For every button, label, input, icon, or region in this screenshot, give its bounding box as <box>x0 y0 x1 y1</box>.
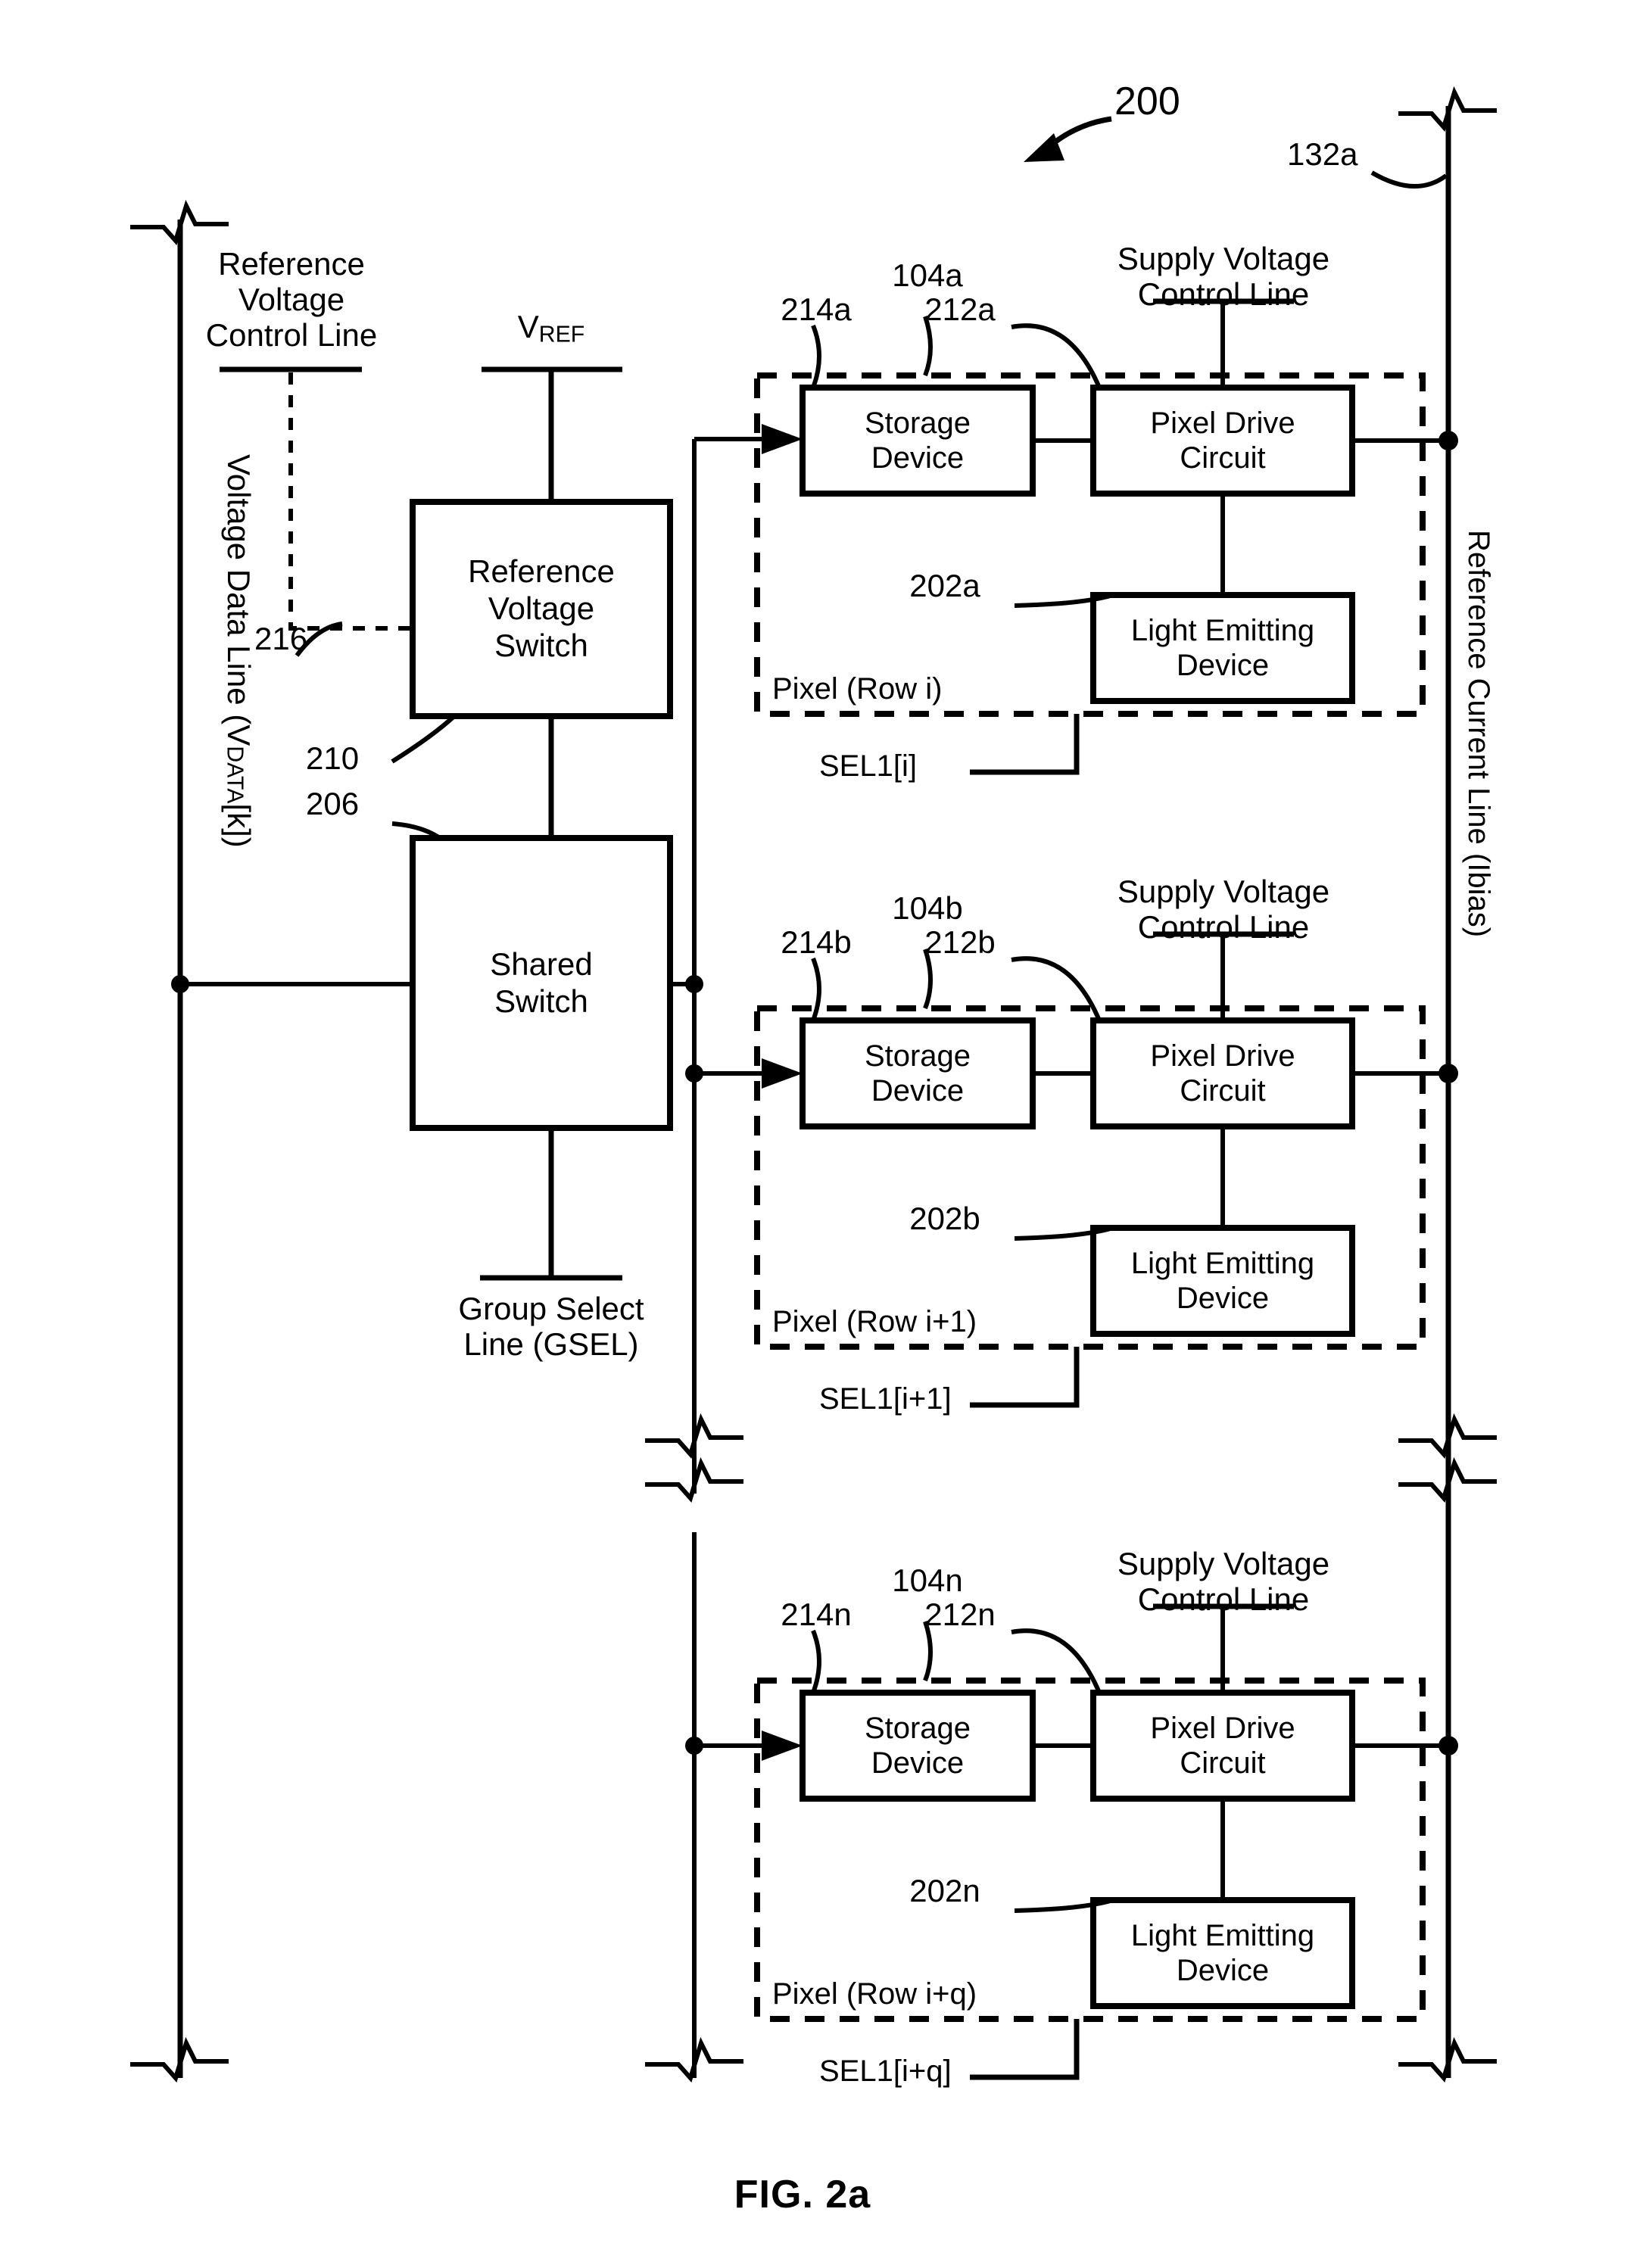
supply-voltage-control-line-label-n: Supply Voltage Control Line <box>1117 1546 1330 1618</box>
pixel-caption-b: Pixel (Row i+1) <box>772 1305 977 1338</box>
vref-label: VREF <box>517 309 585 347</box>
junction-dot-bus-b <box>685 1064 703 1083</box>
pixel-caption-n: Pixel (Row i+q) <box>772 1977 977 2011</box>
pixel-drive-circuit-label-a: Pixel Drive Circuit <box>1150 406 1295 475</box>
leader-210 <box>391 714 457 764</box>
group-select-line-label: Group Select Line (GSEL) <box>458 1291 644 1363</box>
ref-214b: 214b <box>781 924 852 960</box>
ref-104a: 104a <box>892 257 963 293</box>
ref-214n: 214n <box>781 1597 852 1632</box>
reference-voltage-control-line-label: Reference Voltage Control Line <box>205 246 378 354</box>
arrowhead-pixel-a <box>762 424 803 454</box>
storage-device-label-n: Storage Device <box>864 1711 971 1780</box>
break-mark-data-line-top <box>130 199 229 245</box>
storage-device-label-b: Storage Device <box>864 1039 971 1108</box>
supply-voltage-control-line-label-a: Supply Voltage Control Line <box>1117 241 1330 313</box>
junction-dot-dataline <box>171 975 189 993</box>
ref-132a: 132a <box>1287 136 1358 172</box>
ref-202a: 202a <box>909 568 980 603</box>
ref-202n: 202n <box>909 1873 980 1908</box>
sel-bracket-b <box>970 1347 1080 1408</box>
junction-dot-current-n <box>1438 1736 1458 1756</box>
reference-voltage-switch-label: Reference Voltage Switch <box>468 553 615 663</box>
sel-bracket-n <box>970 2019 1080 2080</box>
pixel-drive-circuit-label-b: Pixel Drive Circuit <box>1150 1039 1295 1108</box>
ref-210: 210 <box>306 740 360 776</box>
shared-switch-label: Shared Switch <box>490 946 593 1019</box>
figure-canvas: Voltage Data Line (VDATA[k]) Reference V… <box>0 0 1652 2268</box>
voltage-data-line-label: Voltage Data Line (VDATA[k]) <box>221 454 257 848</box>
light-emitting-device-label-a: Light Emitting Device <box>1130 613 1315 682</box>
ref-212a: 212a <box>924 291 996 327</box>
figure-caption: FIG. 2a <box>734 2173 871 2217</box>
ref-206: 206 <box>306 786 360 821</box>
leader-214b <box>811 957 821 1022</box>
storage-device-label-a: Storage Device <box>864 406 971 475</box>
ref-104b: 104b <box>892 890 963 926</box>
leader-132a <box>1370 170 1448 189</box>
ref-212b: 212b <box>924 924 996 960</box>
light-emitting-device-label-n: Light Emitting Device <box>1130 1918 1315 1987</box>
ref-216: 216 <box>254 621 308 656</box>
junction-dot-current-a <box>1438 431 1458 450</box>
reference-current-line-label: Reference Current Line (Ibias) <box>1461 530 1495 938</box>
junction-dot-current-b <box>1438 1064 1458 1083</box>
leader-214n <box>811 1629 821 1694</box>
select-line-label-a: SEL1[i] <box>819 749 917 783</box>
supply-voltage-control-line-label-b: Supply Voltage Control Line <box>1117 874 1330 946</box>
arrowhead-pixel-n <box>762 1731 803 1761</box>
arrowhead-pixel-b <box>762 1058 803 1089</box>
ref-voltage-control-dashed-wire <box>288 372 413 631</box>
ref-202b: 202b <box>909 1201 980 1236</box>
ref-212n: 212n <box>924 1597 996 1632</box>
ref-214a: 214a <box>781 291 852 327</box>
ref-200: 200 <box>1114 79 1180 123</box>
pixel-caption-a: Pixel (Row i) <box>772 672 943 706</box>
sel-bracket-a <box>970 714 1080 775</box>
leader-214a <box>811 324 821 389</box>
ref-104n: 104n <box>892 1562 963 1598</box>
select-line-label-b: SEL1[i+1] <box>819 1382 952 1416</box>
pixel-drive-circuit-label-n: Pixel Drive Circuit <box>1150 1711 1295 1780</box>
break-mark-current-line-top <box>1398 86 1497 132</box>
light-emitting-device-label-b: Light Emitting Device <box>1130 1246 1315 1315</box>
select-line-label-n: SEL1[i+q] <box>819 2055 952 2088</box>
